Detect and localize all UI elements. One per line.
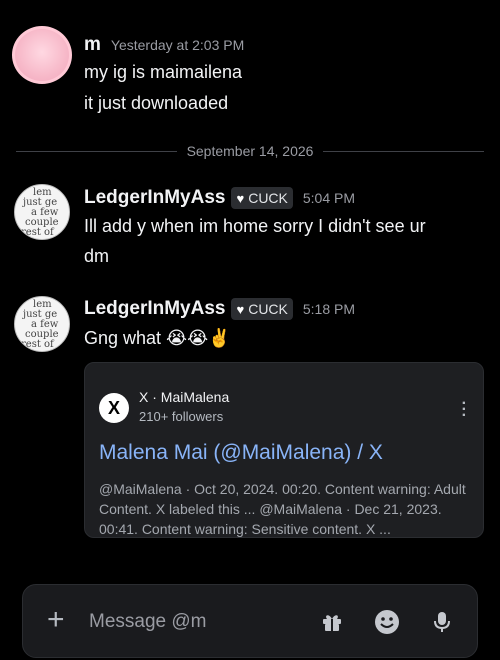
author-name[interactable]: LedgerInMyAss xyxy=(84,298,225,320)
date-divider: September 14, 2026 xyxy=(16,141,484,161)
heart-icon: ♥ xyxy=(236,190,245,206)
timestamp: 5:18 PM xyxy=(302,301,356,317)
embed-provider[interactable]: X · MaiMalena xyxy=(139,389,229,405)
message-header: LedgerInMyAss ♥ CUCK 5:04 PM xyxy=(84,187,355,209)
gift-icon[interactable] xyxy=(319,609,345,635)
embed-description: @MaiMalena · Oct 20, 2024. 00:20. Conten… xyxy=(99,481,466,537)
message-text: Ill add y when im home sorry I didn't se… xyxy=(84,216,426,236)
tag-label: CUCK xyxy=(248,190,288,206)
role-tag[interactable]: ♥ CUCK xyxy=(231,187,293,209)
message-text: dm xyxy=(84,246,110,266)
author-name[interactable]: LedgerInMyAss xyxy=(84,187,225,209)
timestamp: 5:04 PM xyxy=(302,190,356,206)
message-text: Gng what 😭😭✌️ xyxy=(84,328,231,348)
heart-icon: ♥ xyxy=(236,301,245,317)
avatar[interactable]: lem just ge a few couple rest of xyxy=(14,296,70,352)
x-logo-icon: X xyxy=(99,393,129,423)
date-divider-label: September 14, 2026 xyxy=(186,143,314,159)
role-tag[interactable]: ♥ CUCK xyxy=(231,298,293,320)
message-header: m Yesterday at 2:03 PM xyxy=(84,34,244,56)
link-embed[interactable]: X X · MaiMalena 210+ followers · · · Malen… xyxy=(84,362,484,538)
timestamp: Yesterday at 2:03 PM xyxy=(110,37,245,53)
message-text: my ig is maimailena xyxy=(84,62,243,82)
avatar[interactable] xyxy=(12,26,72,84)
plus-icon[interactable]: + xyxy=(47,605,65,635)
message-composer: + Message @m xyxy=(22,584,478,658)
embed-followers: 210+ followers xyxy=(139,409,224,424)
mic-icon[interactable] xyxy=(429,609,455,635)
message-input[interactable]: Message @m xyxy=(89,611,207,633)
kebab-icon[interactable]: · · · xyxy=(462,396,467,424)
embed-title-link[interactable]: Malena Mai (@MaiMalena) / X xyxy=(99,441,383,465)
author-name[interactable]: m xyxy=(84,34,101,56)
emoji-icon[interactable] xyxy=(374,609,400,635)
tag-label: CUCK xyxy=(248,301,288,317)
message-header: LedgerInMyAss ♥ CUCK 5:18 PM xyxy=(84,298,355,320)
message-text: it just downloaded xyxy=(84,93,229,113)
avatar[interactable]: lem just ge a few couple rest of xyxy=(14,184,70,240)
